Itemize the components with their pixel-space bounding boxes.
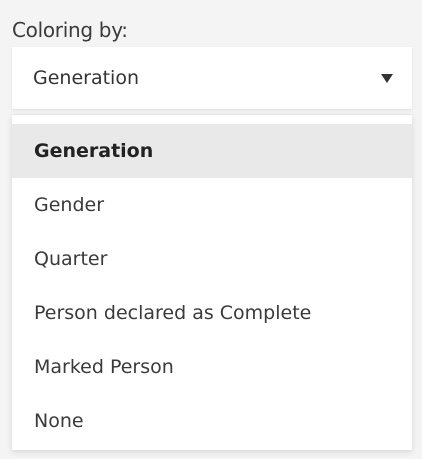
option-marked-person[interactable]: Marked Person	[12, 340, 412, 394]
menu-separator	[12, 114, 412, 124]
coloring-select[interactable]: Generation	[12, 47, 412, 109]
chevron-down-icon	[381, 74, 393, 83]
coloring-dropdown-menu: Generation Gender Quarter Person declare…	[12, 114, 412, 450]
option-gender[interactable]: Gender	[12, 178, 412, 232]
select-value: Generation	[33, 67, 139, 89]
option-label: Quarter	[34, 248, 108, 270]
coloring-by-label: Coloring by:	[12, 18, 128, 42]
option-label: Marked Person	[34, 356, 174, 378]
option-label: None	[34, 410, 84, 432]
option-none[interactable]: None	[12, 394, 412, 448]
option-label: Gender	[34, 194, 105, 216]
option-label: Generation	[34, 140, 154, 162]
option-person-declared-complete[interactable]: Person declared as Complete	[12, 286, 412, 340]
option-generation[interactable]: Generation	[12, 124, 412, 178]
option-quarter[interactable]: Quarter	[12, 232, 412, 286]
option-label: Person declared as Complete	[34, 302, 312, 324]
